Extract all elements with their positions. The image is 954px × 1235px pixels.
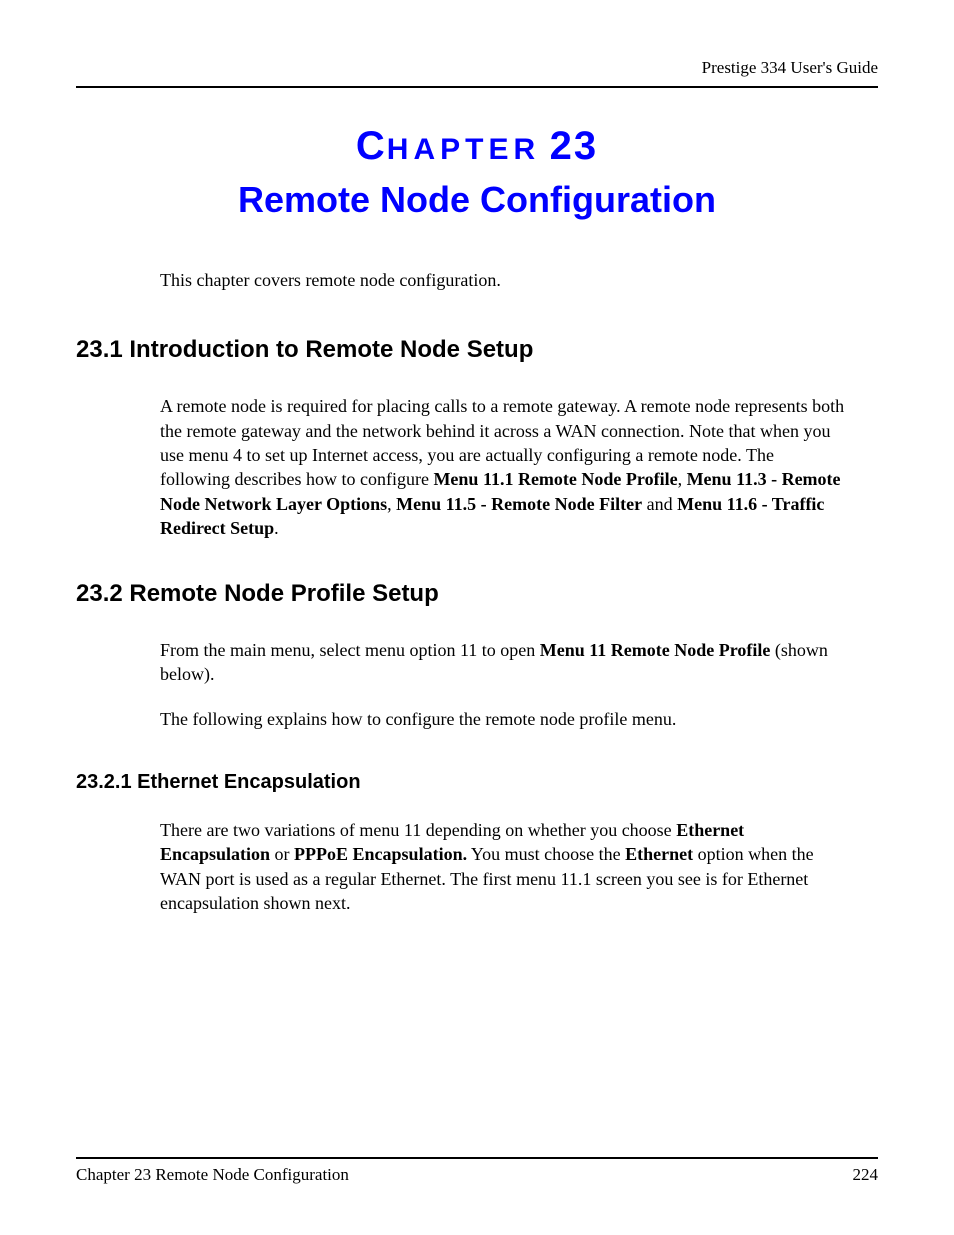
- text-run: or: [270, 844, 294, 864]
- footer-rule: [76, 1157, 878, 1159]
- section-23-2-heading: 23.2 Remote Node Profile Setup: [76, 580, 878, 608]
- header-guide-title: Prestige 334 User's Guide: [76, 58, 878, 78]
- text-run: From the main menu, select menu option 1…: [160, 640, 540, 660]
- section-23-2-1-paragraph: There are two variations of menu 11 depe…: [160, 818, 848, 915]
- text-run: ,: [678, 469, 687, 489]
- bold-pppoe-encap: PPPoE Encapsulation.: [294, 844, 467, 864]
- section-23-1-heading: 23.1 Introduction to Remote Node Setup: [76, 336, 878, 364]
- text-run: There are two variations of menu 11 depe…: [160, 820, 676, 840]
- text-run: ,: [387, 494, 396, 514]
- text-run: .: [274, 518, 279, 538]
- header-rule: [76, 86, 878, 88]
- section-23-1-paragraph: A remote node is required for placing ca…: [160, 394, 848, 540]
- text-run: and: [642, 494, 677, 514]
- bold-ethernet: Ethernet: [625, 844, 693, 864]
- footer-page-number: 224: [853, 1165, 879, 1185]
- section-23-2-paragraph-2: The following explains how to configure …: [160, 707, 848, 731]
- bold-menu-11: Menu 11 Remote Node Profile: [540, 640, 771, 660]
- chapter-intro: This chapter covers remote node configur…: [160, 269, 848, 292]
- bold-menu-11-5: Menu 11.5 - Remote Node Filter: [396, 494, 642, 514]
- chapter-title: Remote Node Configuration: [76, 179, 878, 221]
- section-23-2-1-heading: 23.2.1 Ethernet Encapsulation: [76, 771, 878, 794]
- chapter-number: 23: [550, 124, 599, 168]
- text-run: You must choose the: [467, 844, 625, 864]
- section-23-2-paragraph-1: From the main menu, select menu option 1…: [160, 638, 848, 687]
- chapter-prefix-large: C: [356, 124, 387, 168]
- footer-chapter-label: Chapter 23 Remote Node Configuration: [76, 1165, 349, 1185]
- chapter-prefix-small: HAPTER: [387, 133, 540, 166]
- bold-menu-11-1: Menu 11.1 Remote Node Profile: [433, 469, 677, 489]
- chapter-label: CHAPTER 23: [76, 124, 878, 169]
- page-footer: Chapter 23 Remote Node Configuration 224: [76, 1157, 878, 1185]
